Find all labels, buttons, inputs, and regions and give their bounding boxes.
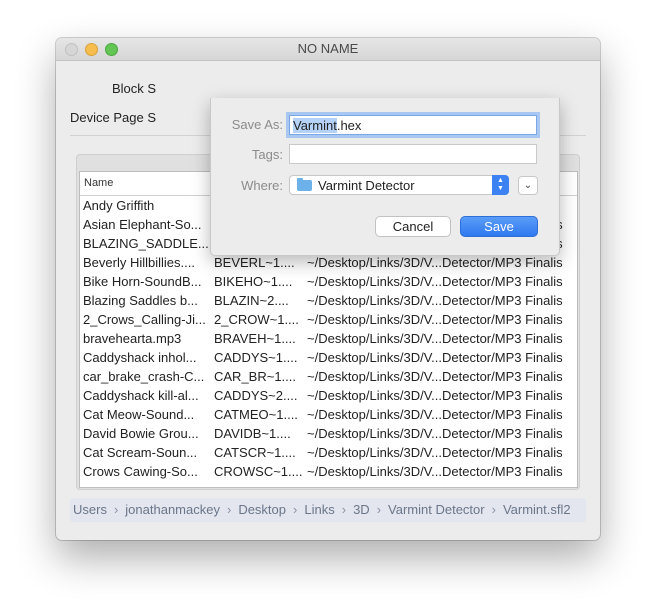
cell-name: David Bowie Grou... xyxy=(83,426,199,441)
save-as-label: Save As: xyxy=(231,117,283,132)
cell-short-name: CROWSC~1.... xyxy=(214,464,302,479)
cell-name: car_brake_crash-C... xyxy=(83,369,205,384)
cell-path: ~/Desktop/Links/3D/V...Detector/MP3 Fina… xyxy=(307,388,563,403)
table-row[interactable]: David Bowie Grou... DAVIDB~1.... ~/Desktop… xyxy=(80,424,577,443)
cell-short-name: CATMEO~1.... xyxy=(214,407,298,422)
path-crumb[interactable]: Desktop xyxy=(237,498,287,522)
cell-name: Andy Griffith xyxy=(83,198,155,213)
save-sheet: Save As: Varmint.hex Tags: Where: Varmin… xyxy=(210,98,560,256)
tags-label: Tags: xyxy=(251,147,283,162)
path-crumb[interactable]: Varmint.sfl2 xyxy=(502,498,572,522)
cell-name: Cat Meow-Sound... xyxy=(83,407,195,422)
cell-name: Crows Cawing-So... xyxy=(83,464,198,479)
path-crumb[interactable]: Links xyxy=(303,498,335,522)
path-separator-icon: › xyxy=(113,502,119,517)
path-crumb[interactable]: jonathanmackey xyxy=(124,498,221,522)
cell-short-name: CAR_BR~1.... xyxy=(214,369,297,384)
path-separator-icon: › xyxy=(341,502,347,517)
cell-path: ~/Desktop/Links/3D/V...Detector/MP3 Fina… xyxy=(307,350,563,365)
cell-path: ~/Desktop/Links/3D/V...Detector/MP3 Fina… xyxy=(307,445,563,460)
chevron-down-icon: ⌄ xyxy=(523,180,533,191)
cell-path: ~/Desktop/Links/3D/V...Detector/MP3 Fina… xyxy=(307,293,563,308)
path-crumb[interactable]: Varmint Detector xyxy=(387,498,486,522)
where-label: Where: xyxy=(241,178,283,193)
table-row[interactable]: Cat Scream-Soun... CATSCR~1.... ~/Desktop/… xyxy=(80,443,577,462)
table-row[interactable]: 2_Crows_Calling-Ji... 2_CROW~1.... ~/Deskt… xyxy=(80,310,577,329)
cell-name: BLAZING_SADDLE... xyxy=(83,236,209,251)
folder-icon xyxy=(297,178,312,191)
where-value: Varmint Detector xyxy=(318,178,415,193)
cell-path: ~/Desktop/Links/3D/V...Detector/MP3 Fina… xyxy=(307,369,563,384)
cell-path: ~/Desktop/Links/3D/V...Detector/MP3 Fina… xyxy=(307,331,563,346)
path-bar: Users › jonathanmackey › Desktop › Links › 3D › Va… xyxy=(70,498,586,522)
cell-name: Blazing Saddles b... xyxy=(83,293,198,308)
cell-name: 2_Crows_Calling-Ji... xyxy=(83,312,206,327)
cell-name: Caddyshack kill-al... xyxy=(83,388,199,403)
path-separator-icon: › xyxy=(491,502,496,517)
path-crumb[interactable]: 3D xyxy=(352,498,371,522)
save-button[interactable]: Save xyxy=(460,216,538,237)
cell-short-name: CADDYS~1.... xyxy=(214,350,298,365)
table-row[interactable]: Caddyshack inhol... CADDYS~1.... ~/Desktop… xyxy=(80,348,577,367)
where-popup[interactable]: Varmint Detector ▲ ▼ xyxy=(289,175,509,195)
cell-short-name: CADDYS~2.... xyxy=(214,388,298,403)
save-as-field[interactable]: Varmint.hex xyxy=(289,115,537,135)
cell-short-name: CATSCR~1.... xyxy=(214,445,296,460)
table-row[interactable]: Caddyshack kill-al... CADDYS~2.... ~/Deskt… xyxy=(80,386,577,405)
table-row[interactable]: Crows Cawing-So... CROWSC~1.... ~/Desktop/… xyxy=(80,462,577,481)
cell-path: ~/Desktop/Links/3D/V...Detector/MP3 Fina… xyxy=(307,312,563,327)
path-separator-icon: › xyxy=(293,502,298,517)
cell-name: bravehearta.mp3 xyxy=(83,331,182,346)
cell-name: Bike Horn-SoundB... xyxy=(83,274,202,289)
cell-path: ~/Desktop/Links/3D/V...Detector/MP3 Fina… xyxy=(307,426,563,441)
cell-short-name: BLAZIN~2.... xyxy=(214,293,289,308)
block-size-label: Block S xyxy=(112,81,157,96)
table-row[interactable]: bravehearta.mp3 BRAVEH~1.... ~/Desktop/Lin… xyxy=(80,329,577,348)
table-row[interactable]: car_brake_crash-C... CAR_BR~1.... ~/Deskto… xyxy=(80,367,577,386)
cell-short-name: DAVIDB~1.... xyxy=(214,426,291,441)
cell-name: Cat Scream-Soun... xyxy=(83,445,198,460)
cell-name: Caddyshack inhol... xyxy=(83,350,197,365)
cell-short-name: 2_CROW~1.... xyxy=(214,312,299,327)
filename-extension: .hex xyxy=(336,118,362,133)
tags-field[interactable] xyxy=(289,144,537,164)
cell-path: ~/Desktop/Links/3D/V...Detector/MP3 Fina… xyxy=(307,274,563,289)
main-window: NO NAME Block S Device Page S Name Andy … xyxy=(56,38,600,540)
table-row[interactable]: Blazing Saddles b... BLAZIN~2.... ~/Deskto… xyxy=(80,291,577,310)
path-crumb[interactable]: Users xyxy=(72,498,108,522)
cell-short-name: BIKEHO~1.... xyxy=(214,274,293,289)
title-bar[interactable]: NO NAME xyxy=(56,38,600,61)
filename-selected-text: Varmint xyxy=(293,118,337,133)
cell-short-name: BRAVEH~1.... xyxy=(214,331,296,346)
path-separator-icon: › xyxy=(376,502,382,517)
window-title: NO NAME xyxy=(297,41,359,56)
cell-path: ~/Desktop/Links/3D/V...Detector/MP3 Fina… xyxy=(307,464,563,479)
cell-name: Asian Elephant-So... xyxy=(83,217,202,232)
cancel-button[interactable]: Cancel xyxy=(375,216,451,237)
up-down-arrows-icon: ▲ ▼ xyxy=(492,175,509,195)
path-separator-icon: › xyxy=(226,502,232,517)
column-header-name[interactable]: Name xyxy=(84,177,113,189)
table-row[interactable]: Bike Horn-SoundB... BIKEHO~1.... ~/Desktop… xyxy=(80,272,577,291)
device-page-size-label: Device Page S xyxy=(70,110,156,125)
cell-path: ~/Desktop/Links/3D/V...Detector/MP3 Fina… xyxy=(307,407,563,422)
cell-name: Beverly Hillbillies.... xyxy=(83,255,195,270)
expand-chevron-button[interactable]: ⌄ xyxy=(518,176,538,195)
table-row[interactable]: Cat Meow-Sound... CATMEO~1.... ~/Desktop/L… xyxy=(80,405,577,424)
